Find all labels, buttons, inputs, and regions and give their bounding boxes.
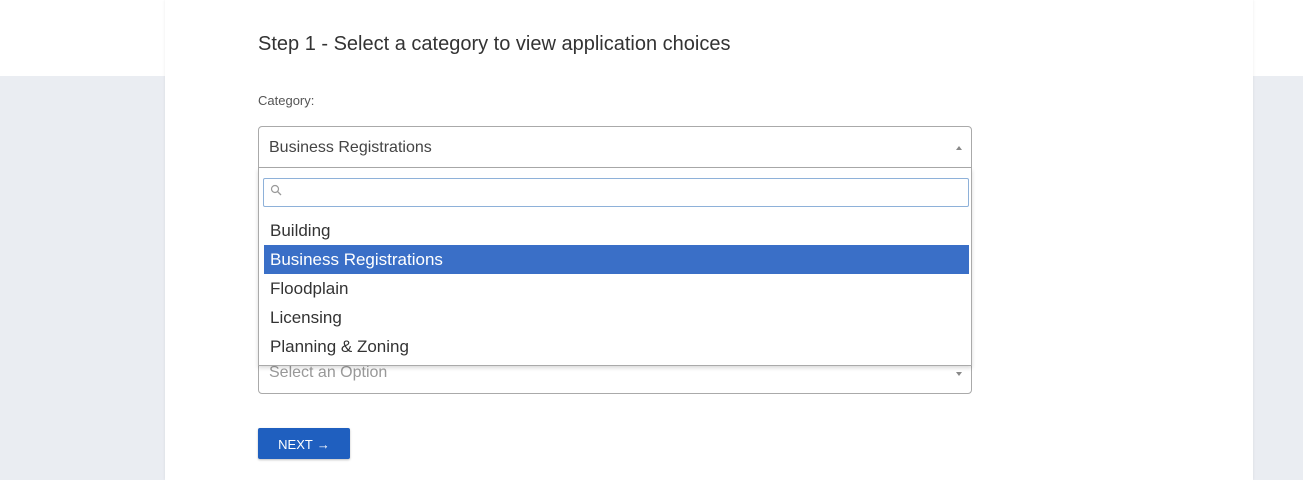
category-label: Category: bbox=[258, 93, 315, 108]
category-selected-value: Business Registrations bbox=[269, 139, 432, 156]
arrow-right-icon: → bbox=[316, 437, 330, 453]
category-option-floodplain[interactable]: Floodplain bbox=[264, 274, 969, 303]
category-select[interactable]: Business Registrations bbox=[258, 126, 972, 168]
category-options-list: Building Business Registrations Floodpla… bbox=[264, 216, 969, 361]
page-title: Step 1 - Select a category to view appli… bbox=[258, 33, 731, 55]
next-button[interactable]: NEXT → bbox=[258, 428, 350, 459]
category-search-input[interactable] bbox=[263, 178, 969, 207]
category-option-licensing[interactable]: Licensing bbox=[264, 303, 969, 332]
category-option-building[interactable]: Building bbox=[264, 216, 969, 245]
category-dropdown: Building Business Registrations Floodpla… bbox=[258, 168, 972, 366]
application-select-placeholder: Select an Option bbox=[269, 364, 388, 381]
chevron-up-icon bbox=[956, 146, 962, 150]
chevron-down-icon bbox=[956, 372, 962, 376]
category-option-planning-zoning[interactable]: Planning & Zoning bbox=[264, 332, 969, 361]
category-option-business-registrations[interactable]: Business Registrations bbox=[264, 245, 969, 274]
next-button-label: NEXT bbox=[278, 437, 313, 453]
search-icon bbox=[270, 184, 282, 196]
